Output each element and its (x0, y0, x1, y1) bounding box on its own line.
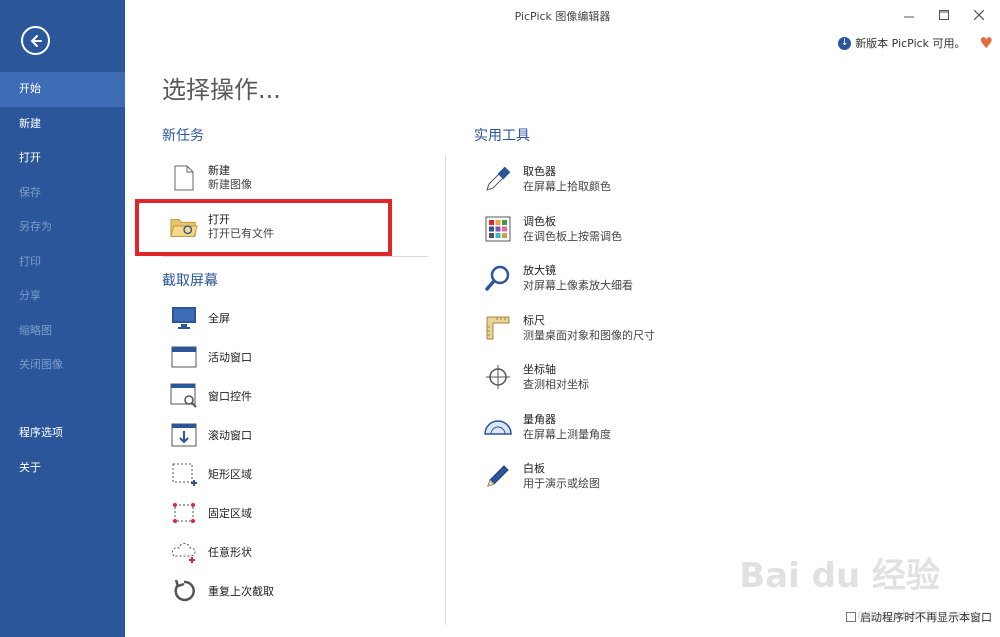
sidebar-item-print: 打印 (19, 254, 41, 268)
sidebar-item-about[interactable]: 关于 (0, 451, 125, 486)
protractor-icon (483, 412, 513, 442)
window-control-label: 窗口控件 (208, 390, 252, 403)
tools-heading: 实用工具 (474, 128, 530, 144)
capture-freeform[interactable]: 任意形状 (170, 538, 252, 566)
ruler-label: 标尺 (523, 314, 545, 327)
ruler-icon (483, 313, 513, 343)
new-label: 新建 (208, 164, 230, 177)
sidebar-item-save-as: 另存为 (19, 220, 52, 233)
tool-palette[interactable]: 调色板 在调色板上按需调色 (483, 214, 622, 244)
fixed-region-label: 固定区域 (208, 507, 252, 520)
magnifier-label: 放大镜 (523, 264, 556, 277)
new-file-icon (170, 164, 198, 192)
tool-magnifier[interactable]: 放大镜 对屏幕上像素放大细看 (483, 263, 633, 293)
sidebar-item-close-image: 关闭图像 (19, 358, 63, 371)
divider (162, 256, 428, 257)
magnifier-desc: 对屏幕上像素放大细看 (523, 279, 633, 292)
magnifier-icon (483, 263, 513, 293)
monitor-icon (170, 304, 198, 332)
color-picker-label: 取色器 (523, 165, 556, 178)
tool-protractor[interactable]: 量角器 在屏幕上测量角度 (483, 412, 611, 442)
freeform-label: 任意形状 (208, 546, 252, 559)
crosshair-label: 坐标轴 (523, 363, 556, 376)
sidebar-bottom-nav: 程序选项 关于 (0, 416, 125, 485)
watermark-logo: Bai du 经验 (739, 556, 940, 596)
ruler-desc: 测量桌面对象和图像的尺寸 (523, 329, 655, 342)
tool-ruler[interactable]: 标尺 测量桌面对象和图像的尺寸 (483, 313, 655, 343)
color-picker-desc: 在屏幕上拾取颜色 (523, 180, 611, 193)
capture-fullscreen[interactable]: 全屏 (170, 304, 230, 332)
scroll-window-icon (170, 421, 198, 449)
rect-region-icon (170, 460, 198, 488)
sidebar: 开始 新建 打开 保存 另存为 打印 分享 缩略图 关闭图像 程序选项 关于 (0, 0, 125, 637)
tool-whiteboard[interactable]: 白板 用于演示或绘图 (483, 461, 600, 491)
new-task-heading: 新任务 (162, 128, 204, 144)
window-control-icon (170, 382, 198, 410)
whiteboard-desc: 用于演示或绘图 (523, 477, 600, 490)
back-arrow-icon[interactable] (21, 26, 50, 55)
repeat-capture-icon (170, 577, 198, 605)
capture-window-control[interactable]: 窗口控件 (170, 382, 252, 410)
sidebar-item-new[interactable]: 新建 (0, 107, 125, 142)
sidebar-item-share: 分享 (19, 289, 41, 302)
crosshair-icon (483, 362, 513, 392)
repeat-capture-label: 重复上次截取 (208, 585, 274, 598)
red-highlight-box (135, 199, 392, 256)
scroll-window-label: 滚动窗口 (208, 429, 252, 442)
main-content: 选择操作... 新任务 新建 新建图像 打开 打开已有文件 截取屏幕 全屏 活动… (125, 0, 1000, 637)
tool-color-picker[interactable]: 取色器 在屏幕上拾取颜色 (483, 164, 611, 194)
capture-heading: 截取屏幕 (162, 273, 218, 289)
sidebar-item-save: 保存 (19, 185, 41, 199)
capture-fixed-region[interactable]: 固定区域 (170, 499, 252, 527)
checkbox-box[interactable] (846, 612, 856, 622)
checkbox-label: 启动程序时不再显示本窗口 (860, 611, 992, 624)
active-window-icon (170, 343, 198, 371)
new-image-button[interactable]: 新建 新建图像 (170, 164, 400, 192)
fullscreen-label: 全屏 (208, 312, 230, 325)
sidebar-item-start[interactable]: 开始 (0, 72, 125, 107)
capture-scroll-window[interactable]: 滚动窗口 (170, 421, 252, 449)
protractor-label: 量角器 (523, 413, 556, 426)
sidebar-item-thumbnail: 缩略图 (19, 323, 52, 337)
new-desc: 新建图像 (208, 178, 252, 191)
rect-region-label: 矩形区域 (208, 468, 252, 481)
active-window-label: 活动窗口 (208, 351, 252, 364)
tool-crosshair[interactable]: 坐标轴 查测相对坐标 (483, 362, 589, 392)
protractor-desc: 在屏幕上测量角度 (523, 428, 611, 441)
column-divider (445, 155, 446, 625)
sidebar-item-options[interactable]: 程序选项 (0, 416, 125, 451)
capture-active-window[interactable]: 活动窗口 (170, 343, 252, 371)
capture-rect-region[interactable]: 矩形区域 (170, 460, 252, 488)
eyedropper-icon (483, 164, 513, 194)
sidebar-item-open[interactable]: 打开 (0, 141, 125, 176)
pen-icon (483, 461, 513, 491)
freeform-icon (170, 538, 198, 566)
capture-repeat-last[interactable]: 重复上次截取 (170, 577, 274, 605)
fixed-region-icon (170, 499, 198, 527)
sidebar-nav: 开始 新建 打开 保存 另存为 打印 分享 缩略图 关闭图像 (0, 72, 125, 383)
palette-desc: 在调色板上按需调色 (523, 230, 622, 243)
dont-show-again-checkbox[interactable]: 启动程序时不再显示本窗口 (846, 609, 992, 625)
crosshair-desc: 查测相对坐标 (523, 378, 589, 391)
palette-label: 调色板 (523, 215, 556, 228)
page-title: 选择操作... (162, 76, 281, 104)
palette-icon (483, 214, 513, 244)
whiteboard-label: 白板 (523, 462, 545, 475)
